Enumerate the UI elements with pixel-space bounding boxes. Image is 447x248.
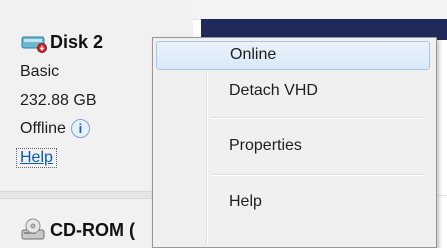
menu-item-label: Detach VHD (229, 82, 318, 99)
info-icon[interactable]: i (70, 119, 90, 138)
volume-header-strip (193, 0, 447, 20)
virtual-disk-icon (21, 36, 47, 53)
disk-type: Basic (20, 63, 60, 80)
menu-item-help[interactable]: Help (156, 189, 430, 218)
disk-size: 232.88 GB (20, 92, 97, 109)
menu-separator (211, 174, 426, 176)
menu-item-detach-vhd[interactable]: Detach VHD (156, 78, 430, 107)
disk-context-menu: Online Detach VHD Properties Help (152, 37, 437, 248)
disk-status-text: Offline (20, 119, 66, 137)
cdrom-drive-icon (21, 218, 45, 240)
cdrom-label[interactable]: CD-ROM ( (20, 217, 135, 243)
menu-item-properties[interactable]: Properties (156, 133, 430, 162)
cdrom-title: CD-ROM ( (50, 219, 135, 240)
menu-item-label: Help (229, 193, 262, 210)
disk-title: Disk 2 (50, 31, 104, 52)
menu-item-label: Online (230, 46, 277, 63)
disk-label[interactable]: Disk 2 (20, 30, 103, 54)
disk-status: Offline i (20, 119, 90, 138)
help-link[interactable]: Help (16, 148, 57, 168)
menu-item-label: Properties (229, 137, 302, 154)
menu-separator (211, 117, 426, 119)
menu-item-online[interactable]: Online (156, 41, 430, 70)
